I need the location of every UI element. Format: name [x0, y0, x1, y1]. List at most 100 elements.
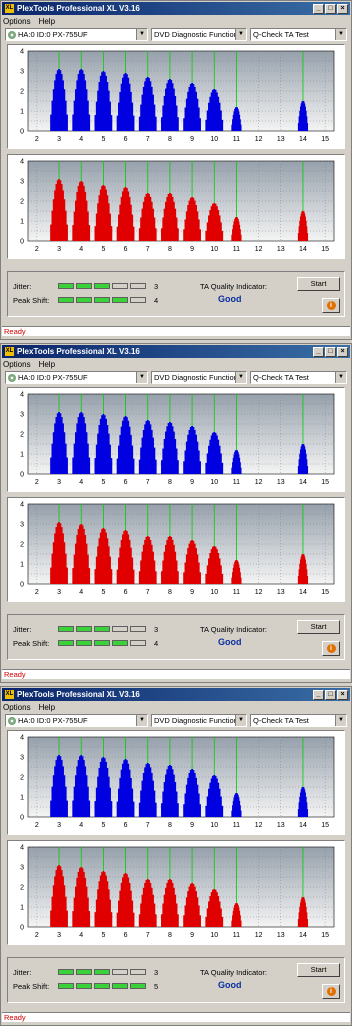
- close-button[interactable]: ×: [337, 347, 348, 357]
- x-tick-label: 6: [124, 246, 128, 253]
- test-select[interactable]: Q-Check TA Test ▼: [250, 371, 347, 384]
- chart-top: 012342 3 4 5 6 7 8 9 10 11 12 13 14 15: [20, 735, 335, 829]
- x-tick-label: 3: [57, 822, 61, 829]
- chevron-down-icon[interactable]: ▼: [136, 29, 147, 40]
- close-button[interactable]: ×: [337, 4, 348, 14]
- plextools-window: XL PlexTools Professional XL V3.16 _ □ × O…: [0, 343, 352, 683]
- y-tick-label: 4: [20, 49, 24, 56]
- x-tick-label: 4: [79, 822, 83, 829]
- x-tick-label: 7: [146, 479, 150, 486]
- menu-options[interactable]: Options: [3, 703, 31, 712]
- histogram-bar: [176, 914, 179, 927]
- histogram-bar: [239, 920, 242, 927]
- test-select[interactable]: Q-Check TA Test ▼: [250, 28, 347, 41]
- y-tick-label: 0: [20, 129, 24, 136]
- histogram-bar: [199, 461, 201, 474]
- jitter-label: Jitter:: [13, 625, 32, 634]
- meter-segment: [130, 626, 146, 632]
- x-tick-label: 5: [101, 479, 105, 486]
- y-tick-label: 1: [20, 109, 24, 116]
- function-select[interactable]: DVD Diagnostic Functions ▼: [151, 714, 247, 727]
- histogram-bar: [154, 116, 157, 131]
- chevron-down-icon[interactable]: ▼: [335, 372, 346, 383]
- results-panel: Jitter: 3 Peak Shift: 5 TA Quality Indic…: [7, 957, 345, 1003]
- results-panel: Jitter: 3 Peak Shift: 4 TA Quality Indic…: [7, 614, 345, 660]
- histogram-bar: [88, 225, 91, 241]
- minimize-button[interactable]: _: [313, 4, 324, 14]
- function-select[interactable]: DVD Diagnostic Functions ▼: [151, 28, 247, 41]
- histogram-bar: [66, 567, 68, 584]
- x-tick-label: 15: [321, 932, 329, 939]
- x-tick-label: 7: [146, 136, 150, 143]
- x-tick-label: 3: [57, 136, 61, 143]
- info-icon: i: [326, 644, 336, 653]
- x-tick-label: 15: [321, 589, 329, 596]
- y-tick-label: 2: [20, 542, 24, 549]
- x-tick-label: 10: [210, 589, 218, 596]
- chevron-down-icon[interactable]: ▼: [235, 29, 246, 40]
- close-button[interactable]: ×: [337, 690, 348, 700]
- test-select-value: Q-Check TA Test: [253, 373, 309, 382]
- histogram-bar: [110, 801, 113, 817]
- menu-help[interactable]: Help: [39, 360, 55, 369]
- chart-bottom-panel: 0 1 2 3 4 2 3 4 5 6 7 8 9 10 11 12 13 14 15: [7, 497, 345, 602]
- x-tick-label: 15: [321, 822, 329, 829]
- jitter-value: 3: [154, 968, 159, 977]
- y-tick-label: 3: [20, 755, 24, 762]
- maximize-button[interactable]: □: [325, 4, 336, 14]
- test-select[interactable]: Q-Check TA Test ▼: [250, 714, 347, 727]
- menu-options[interactable]: Options: [3, 17, 31, 26]
- peak-shift-label: Peak Shift:: [13, 296, 50, 305]
- drive-select[interactable]: HA:0 ID:0 PX-755UF ▼: [5, 28, 148, 41]
- x-tick-label: 12: [255, 589, 263, 596]
- chevron-down-icon[interactable]: ▼: [136, 372, 147, 383]
- x-tick-label: 13: [277, 136, 285, 143]
- meter-segment: [112, 283, 128, 289]
- histogram-bar: [110, 912, 113, 927]
- menu-help[interactable]: Help: [39, 17, 55, 26]
- x-tick-label: 2: [35, 589, 39, 596]
- x-tick-label: 6: [124, 932, 128, 939]
- maximize-button[interactable]: □: [325, 347, 336, 357]
- start-button[interactable]: Start: [297, 277, 340, 291]
- x-tick-label: 3: [57, 932, 61, 939]
- plextools-window: XL PlexTools Professional XL V3.16 _ □ × O…: [0, 0, 352, 340]
- x-tick-label: 11: [233, 479, 240, 486]
- x-tick-label: 15: [321, 246, 329, 253]
- status-bar: Ready: [2, 326, 350, 336]
- start-button[interactable]: Start: [297, 963, 340, 977]
- chevron-down-icon[interactable]: ▼: [136, 715, 147, 726]
- histogram-bar: [239, 234, 242, 241]
- drive-select[interactable]: HA:0 ID:0 PX-755UF ▼: [5, 371, 148, 384]
- x-tick-label: 8: [168, 246, 172, 253]
- x-tick-label: 4: [79, 479, 83, 486]
- function-select[interactable]: DVD Diagnostic Functions ▼: [151, 371, 247, 384]
- info-button[interactable]: i: [322, 984, 340, 999]
- chevron-down-icon[interactable]: ▼: [335, 29, 346, 40]
- meter-segment: [58, 626, 74, 632]
- x-tick-label: 11: [233, 822, 240, 829]
- menu-options[interactable]: Options: [3, 360, 31, 369]
- histogram-bar: [88, 114, 91, 131]
- chevron-down-icon[interactable]: ▼: [235, 372, 246, 383]
- jitter-value: 3: [154, 625, 159, 634]
- minimize-button[interactable]: _: [313, 347, 324, 357]
- start-button[interactable]: Start: [297, 620, 340, 634]
- histogram-bar: [176, 460, 179, 474]
- histogram-bar: [154, 571, 157, 584]
- chart-bottom: 012342 3 4 5 6 7 8 9 10 11 12 13 14 15: [20, 845, 335, 939]
- maximize-button[interactable]: □: [325, 690, 336, 700]
- drive-select[interactable]: HA:0 ID:0 PX-755UF ▼: [5, 714, 148, 727]
- x-tick-label: 12: [255, 932, 263, 939]
- x-tick-label: 5: [101, 822, 105, 829]
- x-tick-label: 9: [190, 589, 194, 596]
- info-button[interactable]: i: [322, 641, 340, 656]
- histogram-bar: [221, 119, 224, 131]
- minimize-button[interactable]: _: [313, 690, 324, 700]
- menu-help[interactable]: Help: [39, 703, 55, 712]
- chevron-down-icon[interactable]: ▼: [335, 715, 346, 726]
- chevron-down-icon[interactable]: ▼: [235, 715, 246, 726]
- x-tick-label: 9: [190, 822, 194, 829]
- meter-segment: [130, 983, 146, 989]
- info-button[interactable]: i: [322, 298, 340, 313]
